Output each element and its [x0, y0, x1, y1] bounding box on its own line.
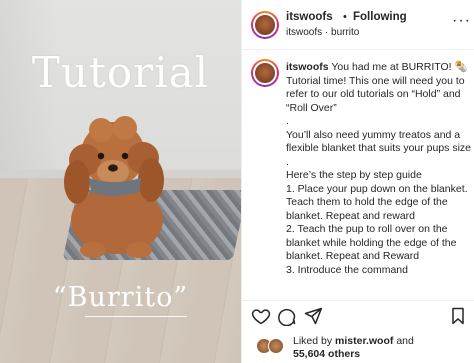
avatar [268, 338, 284, 354]
header-separator: • [343, 11, 347, 23]
action-bar [242, 300, 474, 328]
post-caption: itswoofs You had me at BURRITO! 🌯 Tutori… [242, 55, 474, 305]
liked-by-prefix: Liked by [293, 335, 333, 347]
post-header: itswoofs • Following itswoofs · burrito … [242, 0, 474, 50]
post-media[interactable]: Tutorial “Burrito” [0, 0, 241, 363]
caption-username[interactable]: itswoofs [286, 61, 329, 73]
post-panel: itswoofs • Following itswoofs · burrito … [241, 0, 474, 363]
caption-line: . [286, 115, 289, 127]
header-username[interactable]: itswoofs [286, 11, 333, 23]
bookmark-icon[interactable] [448, 306, 468, 326]
caption-line: Tutorial time! This one will need you to… [286, 74, 465, 114]
liked-by-text: Liked by mister.woof and [293, 335, 414, 347]
caption-line: . [286, 155, 289, 168]
caption-line: You’ll also need yummy treatos and a fle… [286, 128, 472, 155]
send-icon[interactable] [303, 306, 323, 326]
liked-by-suffix: and [396, 335, 414, 347]
caption-line: 3. Introduce the command [286, 263, 408, 276]
comment-icon[interactable] [277, 306, 297, 326]
heart-icon[interactable] [251, 306, 271, 326]
caption-headline: You had me at BURRITO! 🌯 [331, 61, 468, 73]
subtitle-underline [85, 316, 187, 317]
header-audio-label[interactable]: itswoofs · burrito [286, 27, 359, 38]
avatar[interactable] [251, 11, 279, 39]
media-title: Tutorial [31, 48, 210, 97]
caption-line: Here’s the step by step guide [286, 169, 422, 181]
following-button[interactable]: Following [353, 11, 407, 23]
caption-line: 2. Teach the pup to roll over on the bla… [286, 223, 457, 262]
caption-avatar[interactable] [251, 59, 279, 87]
caption-line: 1. Place your pup down on the blanket. T… [286, 182, 468, 222]
liked-by-avatars[interactable] [256, 338, 286, 354]
liked-by-user[interactable]: mister.woof [335, 335, 393, 347]
likes-count[interactable]: 55,604 others [293, 348, 360, 360]
likes-section: Liked by mister.woof and 55,604 others [242, 330, 474, 363]
caption-text: itswoofs You had me at BURRITO! 🌯 Tutori… [286, 61, 472, 277]
media-subtitle: “Burrito” [52, 282, 189, 313]
dog-image [64, 116, 164, 258]
more-options-icon[interactable]: ··· [452, 12, 471, 30]
